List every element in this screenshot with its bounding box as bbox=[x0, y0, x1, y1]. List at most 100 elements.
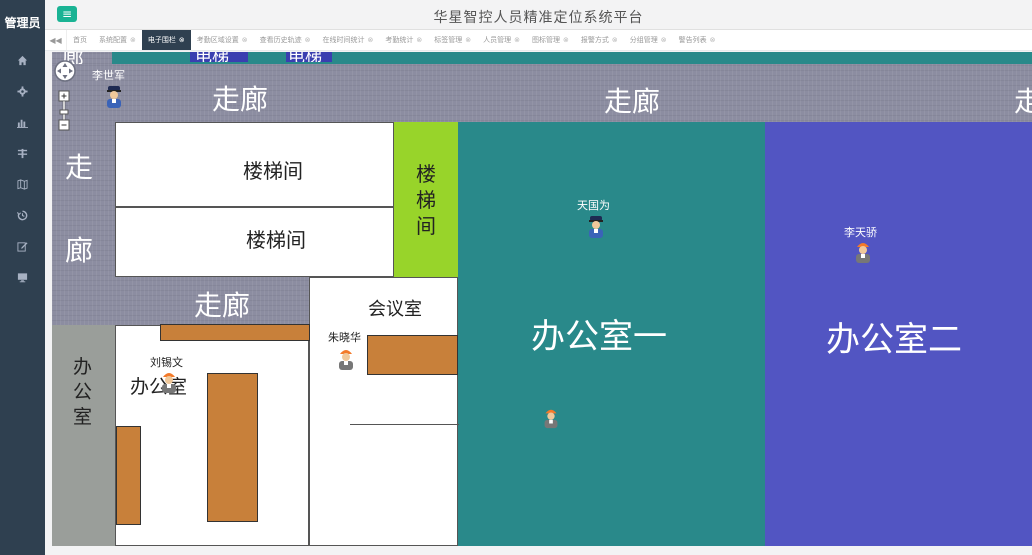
elevator-2: 电梯 bbox=[286, 52, 332, 62]
tab-label: 首页 bbox=[73, 36, 87, 44]
close-icon[interactable]: ⊗ bbox=[710, 36, 716, 44]
sidebar-item-settings[interactable] bbox=[0, 76, 45, 107]
elevator-1-label: 电梯 bbox=[195, 52, 229, 62]
zoom-slider[interactable] bbox=[58, 90, 72, 132]
edit-icon bbox=[17, 242, 28, 252]
sidebar-brand[interactable]: 管理员 bbox=[0, 0, 45, 45]
app-root: 管理员 ≡ 华星智控人员精准定位系统平台 ◀◀ 首页 系统配置 ⊗ 电子围栏 ⊗… bbox=[0, 0, 1032, 555]
top-header: ≡ 华星智控人员精准定位系统平台 bbox=[45, 0, 1032, 30]
office-small[interactable]: 办公室 bbox=[115, 324, 310, 546]
tab-group-manage[interactable]: 分组管理 ⊗ bbox=[624, 30, 673, 50]
tab-label: 警告列表 bbox=[678, 36, 707, 44]
tab-icon-manage[interactable]: 图标管理 ⊗ bbox=[526, 30, 575, 50]
tab-bar: ◀◀ 首页 系统配置 ⊗ 电子围栏 ⊗ 考勤区域设置 ⊗ 查看历史轨迹 ⊗ 在线时间统计… bbox=[45, 30, 1032, 51]
tab-label: 查看历史轨迹 bbox=[259, 36, 302, 44]
floor-map[interactable]: 电梯 电梯 廊 走廊 走廊 走 走 廊 楼梯间 楼梯间 楼 梯 间 办公室一 bbox=[52, 52, 1032, 546]
person-name: 朱晓华 bbox=[328, 331, 361, 344]
sidebar-item-map[interactable] bbox=[0, 169, 45, 200]
tab-history-track[interactable]: 查看历史轨迹 ⊗ bbox=[254, 30, 317, 50]
meeting-table bbox=[367, 335, 458, 375]
close-icon[interactable]: ⊗ bbox=[514, 36, 520, 44]
stairwell-label: 梯 bbox=[416, 188, 436, 212]
meeting-room[interactable]: 会议室 bbox=[309, 277, 459, 546]
meeting-room-label: 会议室 bbox=[368, 299, 422, 320]
tab-label: 分组管理 bbox=[629, 36, 658, 44]
corridor-label: 走廊 bbox=[604, 85, 661, 118]
office-label: 办 bbox=[73, 356, 93, 378]
sidebar-item-home[interactable] bbox=[0, 45, 45, 76]
tab-tag-manage[interactable]: 标签管理 ⊗ bbox=[428, 30, 477, 50]
worker-person-icon[interactable] bbox=[337, 347, 355, 371]
desk bbox=[207, 373, 258, 522]
tab-system-config[interactable]: 系统配置 ⊗ bbox=[93, 30, 142, 50]
tab-alarm-method[interactable]: 报警方式 ⊗ bbox=[575, 30, 624, 50]
person-name: 李天骄 bbox=[844, 226, 877, 239]
police-person-icon[interactable] bbox=[105, 85, 123, 109]
sidebar-item-edit[interactable] bbox=[0, 231, 45, 262]
tab-label: 标签管理 bbox=[434, 36, 463, 44]
tab-label: 考勤统计 bbox=[385, 36, 414, 44]
sidebar-item-monitor[interactable] bbox=[0, 262, 45, 293]
stairwell-green[interactable]: 楼 梯 间 bbox=[394, 122, 458, 277]
double-chevron-left-icon: ◀◀ bbox=[49, 35, 62, 45]
map-controls bbox=[54, 60, 76, 132]
tab-attendance-area[interactable]: 考勤区域设置 ⊗ bbox=[191, 30, 254, 50]
close-icon[interactable]: ⊗ bbox=[563, 36, 569, 44]
gear-icon bbox=[17, 86, 28, 97]
tab-scroll-left-button[interactable]: ◀◀ bbox=[45, 30, 67, 50]
tab-label: 报警方式 bbox=[580, 36, 609, 44]
elevator-1: 电梯 bbox=[190, 52, 248, 62]
corridor-label: 走廊 bbox=[212, 83, 269, 116]
wall-line bbox=[350, 424, 459, 425]
sidebar-item-charts[interactable] bbox=[0, 107, 45, 138]
worker-person-icon[interactable] bbox=[854, 240, 872, 264]
sidebar-item-history[interactable] bbox=[0, 200, 45, 231]
tab-label: 电子围栏 bbox=[147, 36, 176, 44]
monitor-icon bbox=[17, 273, 28, 283]
tab-attendance-stats[interactable]: 考勤统计 ⊗ bbox=[379, 30, 428, 50]
sidebar: 管理员 bbox=[0, 0, 45, 555]
worker-person-icon[interactable] bbox=[542, 407, 560, 429]
close-icon[interactable]: ⊗ bbox=[130, 36, 136, 44]
person-name: 李世军 bbox=[92, 69, 125, 82]
office-label: 办公室一 bbox=[531, 317, 667, 357]
office-2[interactable]: 办公室二 bbox=[765, 122, 1032, 546]
tab-home[interactable]: 首页 bbox=[67, 30, 93, 50]
elevator-2-label: 电梯 bbox=[288, 52, 322, 62]
police-person-icon[interactable] bbox=[587, 215, 605, 239]
office-label: 办公室 bbox=[130, 376, 188, 398]
close-icon[interactable]: ⊗ bbox=[465, 36, 471, 44]
close-icon[interactable]: ⊗ bbox=[179, 36, 185, 44]
sliders-icon bbox=[17, 148, 28, 159]
tab-label: 人员管理 bbox=[483, 36, 512, 44]
close-icon[interactable]: ⊗ bbox=[416, 36, 422, 44]
close-icon[interactable]: ⊗ bbox=[368, 36, 374, 44]
office-label: 室 bbox=[73, 406, 93, 428]
person-name: 天国为 bbox=[577, 199, 610, 212]
map-icon bbox=[17, 179, 28, 190]
tab-label: 系统配置 bbox=[99, 36, 127, 44]
stairwell-2[interactable]: 楼梯间 bbox=[115, 207, 394, 277]
stairwell-label: 楼 bbox=[416, 162, 436, 186]
tab-online-stats[interactable]: 在线时间统计 ⊗ bbox=[317, 30, 380, 50]
tab-person-manage[interactable]: 人员管理 ⊗ bbox=[477, 30, 526, 50]
stairwell-1[interactable]: 楼梯间 bbox=[115, 122, 394, 207]
tab-label: 考勤区域设置 bbox=[196, 36, 239, 44]
stairwell-label: 楼梯间 bbox=[243, 159, 303, 183]
sidebar-item-filters[interactable] bbox=[0, 138, 45, 169]
home-icon bbox=[17, 55, 28, 66]
worker-person-icon[interactable] bbox=[160, 370, 178, 394]
corridor-label: 走 bbox=[1014, 85, 1032, 118]
close-icon[interactable]: ⊗ bbox=[305, 36, 311, 44]
pan-control-icon[interactable] bbox=[54, 60, 76, 82]
office-1[interactable]: 办公室一 bbox=[458, 122, 765, 546]
history-icon bbox=[17, 210, 28, 221]
close-icon[interactable]: ⊗ bbox=[612, 36, 618, 44]
tab-warning-list[interactable]: 警告列表 ⊗ bbox=[673, 30, 722, 50]
close-icon[interactable]: ⊗ bbox=[661, 36, 667, 44]
office-gray[interactable]: 办 公 室 bbox=[52, 325, 115, 546]
desk bbox=[116, 426, 141, 525]
close-icon[interactable]: ⊗ bbox=[242, 36, 248, 44]
tab-electronic-fence[interactable]: 电子围栏 ⊗ bbox=[141, 30, 191, 50]
tab-label: 在线时间统计 bbox=[322, 36, 365, 44]
